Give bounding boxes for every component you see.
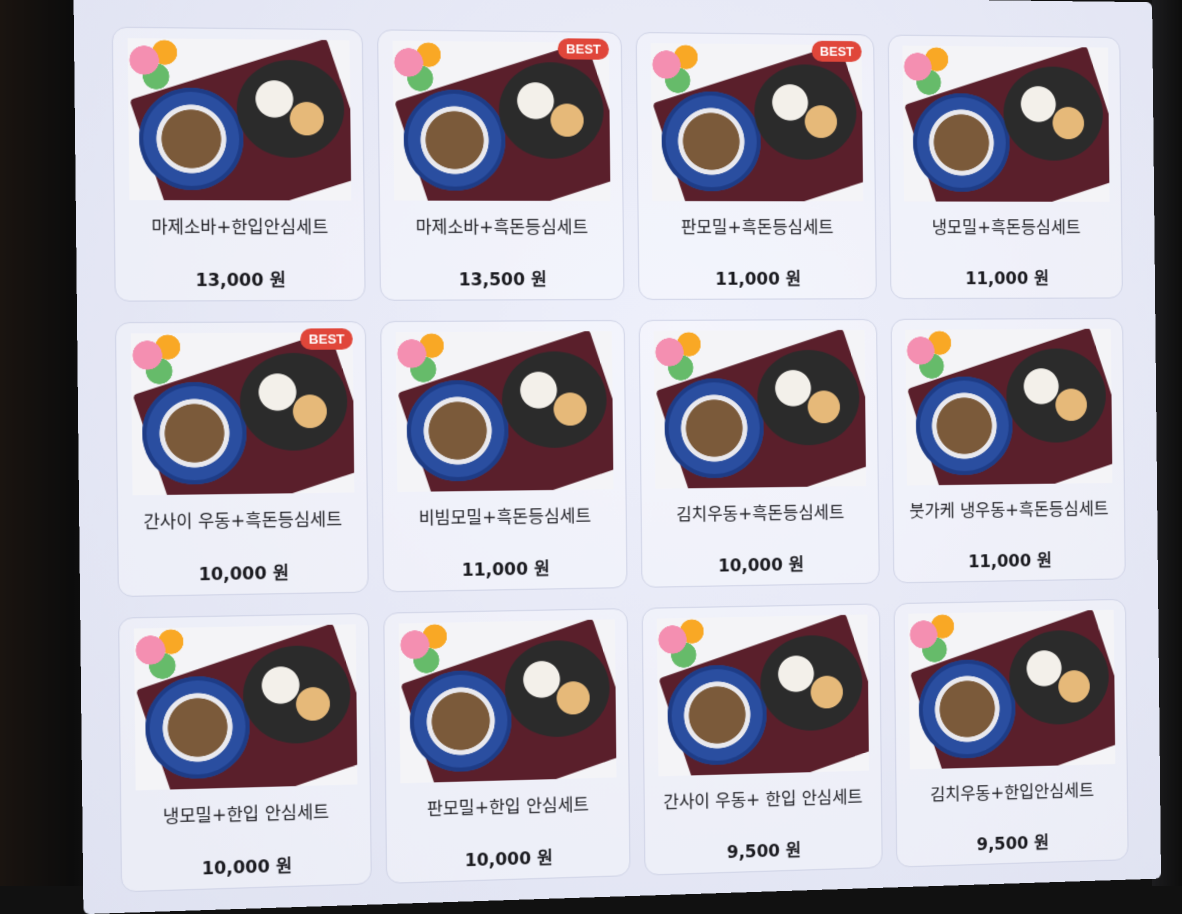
menu-item-name: 김치우동+한입안심세트 xyxy=(930,781,1095,806)
photo-bowl xyxy=(138,87,244,191)
best-badge: BEST xyxy=(300,328,353,350)
photo-flower xyxy=(908,610,960,664)
photo-plate xyxy=(239,352,348,452)
menu-item-name: 판모밀+흑돈등심세트 xyxy=(680,218,834,238)
photo-flower xyxy=(905,328,957,380)
menu-item-card[interactable]: 마제소바+한입안심세트 13,000 원 xyxy=(111,26,366,302)
menu-item-price: 11,000 원 xyxy=(715,269,802,290)
menu-item-card[interactable]: 김치우동+한입안심세트 9,500 원 xyxy=(893,598,1129,868)
menu-item-price: 13,000 원 xyxy=(195,270,286,292)
menu-item-photo xyxy=(905,328,1113,486)
menu-item-price: 9,500 원 xyxy=(976,833,1050,856)
menu-item-photo xyxy=(656,614,870,777)
photo-plate xyxy=(236,59,345,158)
photo-flower xyxy=(133,625,189,680)
photo-plate xyxy=(756,349,860,446)
photo-flower xyxy=(130,332,186,385)
menu-item-name: 마제소바+한입안심세트 xyxy=(151,217,329,239)
photo-flower xyxy=(650,43,703,94)
menu-item-card[interactable]: 붓가케 냉우동+흑돈등심세트 11,000 원 xyxy=(890,317,1126,584)
photo-flower xyxy=(653,329,706,381)
menu-item-photo xyxy=(650,43,864,202)
menu-item-name: 마제소바+흑돈등심세트 xyxy=(415,217,589,239)
menu-item-card[interactable]: 비빔모밀+흑돈등심세트 11,000 원 xyxy=(380,320,628,593)
menu-item-name: 냉모밀+흑돈등심세트 xyxy=(931,218,1081,238)
menu-item-price: 11,000 원 xyxy=(965,269,1050,290)
photo-flower xyxy=(127,38,183,90)
menu-item-photo xyxy=(908,609,1116,770)
menu-item-photo xyxy=(133,624,358,791)
menu-item-price: 10,000 원 xyxy=(198,563,290,586)
menu-item-photo xyxy=(395,331,614,492)
menu-item-price: 13,500 원 xyxy=(458,270,547,291)
menu-item-photo xyxy=(130,332,355,496)
menu-item-name: 간사이 우동+ 한입 안심세트 xyxy=(663,787,863,814)
menu-item-photo xyxy=(653,329,867,489)
photo-flower xyxy=(656,615,709,669)
menu-item-price: 10,000 원 xyxy=(201,856,293,880)
menu-item-photo xyxy=(398,619,617,784)
photo-bowl xyxy=(912,93,1011,192)
menu-item-name: 판모밀+한입 안심세트 xyxy=(426,795,590,820)
photo-plate xyxy=(1005,348,1107,444)
kiosk-screen: 마제소바+한입안심세트 13,000 원 BEST 마제소바+흑돈등심세트 13,500… xyxy=(73,0,1161,914)
menu-item-card[interactable]: 판모밀+한입 안심세트 10,000 원 xyxy=(383,608,631,884)
menu-item-price: 10,000 원 xyxy=(464,848,553,872)
photo-plate xyxy=(753,64,857,160)
photo-bowl xyxy=(403,89,506,191)
menu-item-price: 11,000 원 xyxy=(461,559,550,581)
best-badge: BEST xyxy=(557,38,609,60)
menu-item-name: 붓가케 냉우동+흑돈등심세트 xyxy=(909,499,1109,522)
photo-plate xyxy=(1003,66,1104,161)
photo-bowl xyxy=(661,91,762,192)
best-badge: BEST xyxy=(811,40,862,62)
photo-flower xyxy=(395,331,450,383)
photo-flower xyxy=(392,40,447,92)
menu-item-card[interactable]: 김치우동+흑돈등심세트 10,000 원 xyxy=(638,318,880,588)
menu-item-card[interactable]: 간사이 우동+ 한입 안심세트 9,500 원 xyxy=(641,603,883,876)
menu-item-card[interactable]: 냉모밀+흑돈등심세트 11,000 원 xyxy=(887,34,1123,300)
photo-plate xyxy=(498,61,605,159)
menu-item-name: 김치우동+흑돈등심세트 xyxy=(676,503,845,526)
menu-item-name: 냉모밀+한입 안심세트 xyxy=(162,802,330,828)
menu-item-name: 간사이 우동+흑돈등심세트 xyxy=(143,509,343,534)
menu-item-price: 11,000 원 xyxy=(967,551,1052,573)
menu-item-card[interactable]: 냉모밀+한입 안심세트 10,000 원 xyxy=(118,612,372,893)
menu-item-card[interactable]: BEST 마제소바+흑돈등심세트 13,500 원 xyxy=(377,29,625,301)
menu-item-price: 10,000 원 xyxy=(717,555,805,577)
photo-flower xyxy=(398,620,453,675)
menu-item-name: 비빔모밀+흑돈등심세트 xyxy=(418,506,592,530)
photo-flower xyxy=(902,45,954,96)
menu-item-photo xyxy=(127,38,352,201)
menu-grid: 마제소바+한입안심세트 13,000 원 BEST 마제소바+흑돈등심세트 13,500… xyxy=(111,26,1129,893)
menu-item-price: 9,500 원 xyxy=(726,840,802,864)
menu-item-photo xyxy=(392,40,611,201)
menu-item-photo xyxy=(902,45,1110,202)
menu-item-card[interactable]: BEST 판모밀+흑돈등심세트 11,000 원 xyxy=(635,32,877,300)
menu-item-card[interactable]: BEST 간사이 우동+흑돈등심세트 10,000 원 xyxy=(114,321,369,598)
